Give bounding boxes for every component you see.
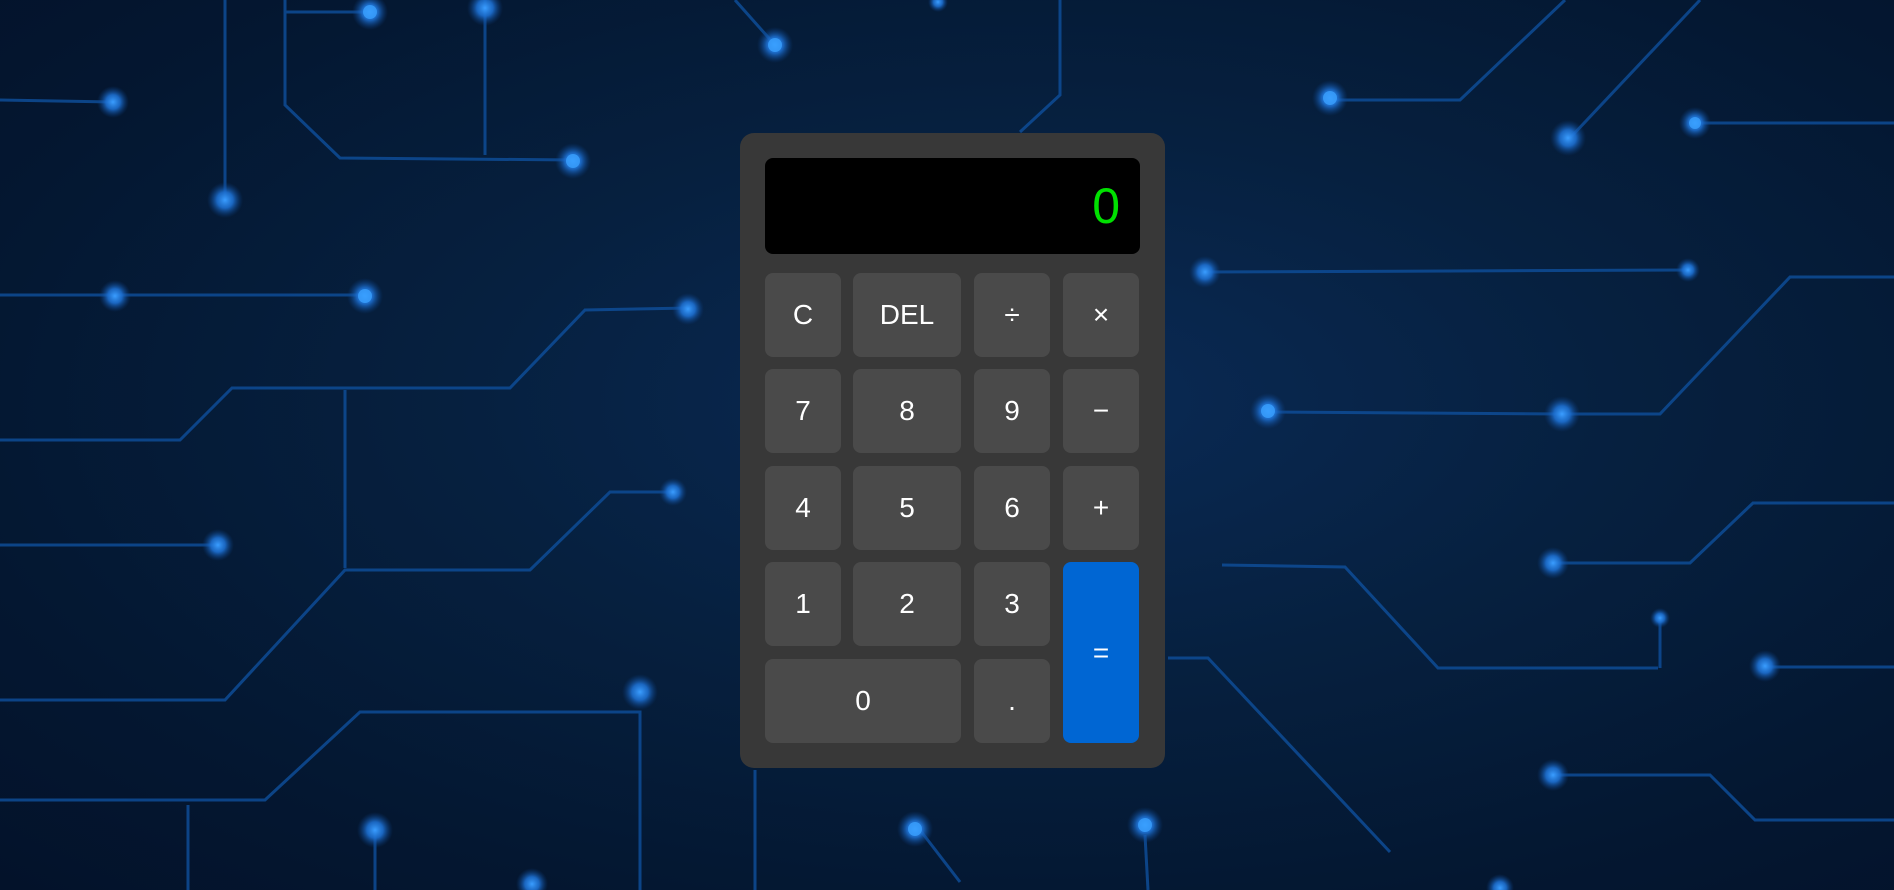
display-value: 0 (1092, 178, 1120, 234)
add-button[interactable]: + (1063, 466, 1139, 550)
digit-1-button[interactable]: 1 (765, 562, 841, 646)
clear-button[interactable]: C (765, 273, 841, 357)
digit-4-button[interactable]: 4 (765, 466, 841, 550)
digit-6-button[interactable]: 6 (974, 466, 1050, 550)
digit-2-button[interactable]: 2 (853, 562, 961, 646)
delete-button[interactable]: DEL (853, 273, 961, 357)
divide-button[interactable]: ÷ (974, 273, 1050, 357)
equals-button[interactable]: = (1063, 562, 1139, 743)
digit-7-button[interactable]: 7 (765, 369, 841, 453)
calculator-display: 0 (765, 158, 1140, 254)
calculator: 0 C DEL ÷ × 7 8 9 − 4 5 6 + 1 2 3 = 0 . (740, 133, 1165, 768)
digit-3-button[interactable]: 3 (974, 562, 1050, 646)
digit-5-button[interactable]: 5 (853, 466, 961, 550)
decimal-button[interactable]: . (974, 659, 1050, 743)
digit-9-button[interactable]: 9 (974, 369, 1050, 453)
subtract-button[interactable]: − (1063, 369, 1139, 453)
digit-8-button[interactable]: 8 (853, 369, 961, 453)
multiply-button[interactable]: × (1063, 273, 1139, 357)
digit-0-button[interactable]: 0 (765, 659, 961, 743)
